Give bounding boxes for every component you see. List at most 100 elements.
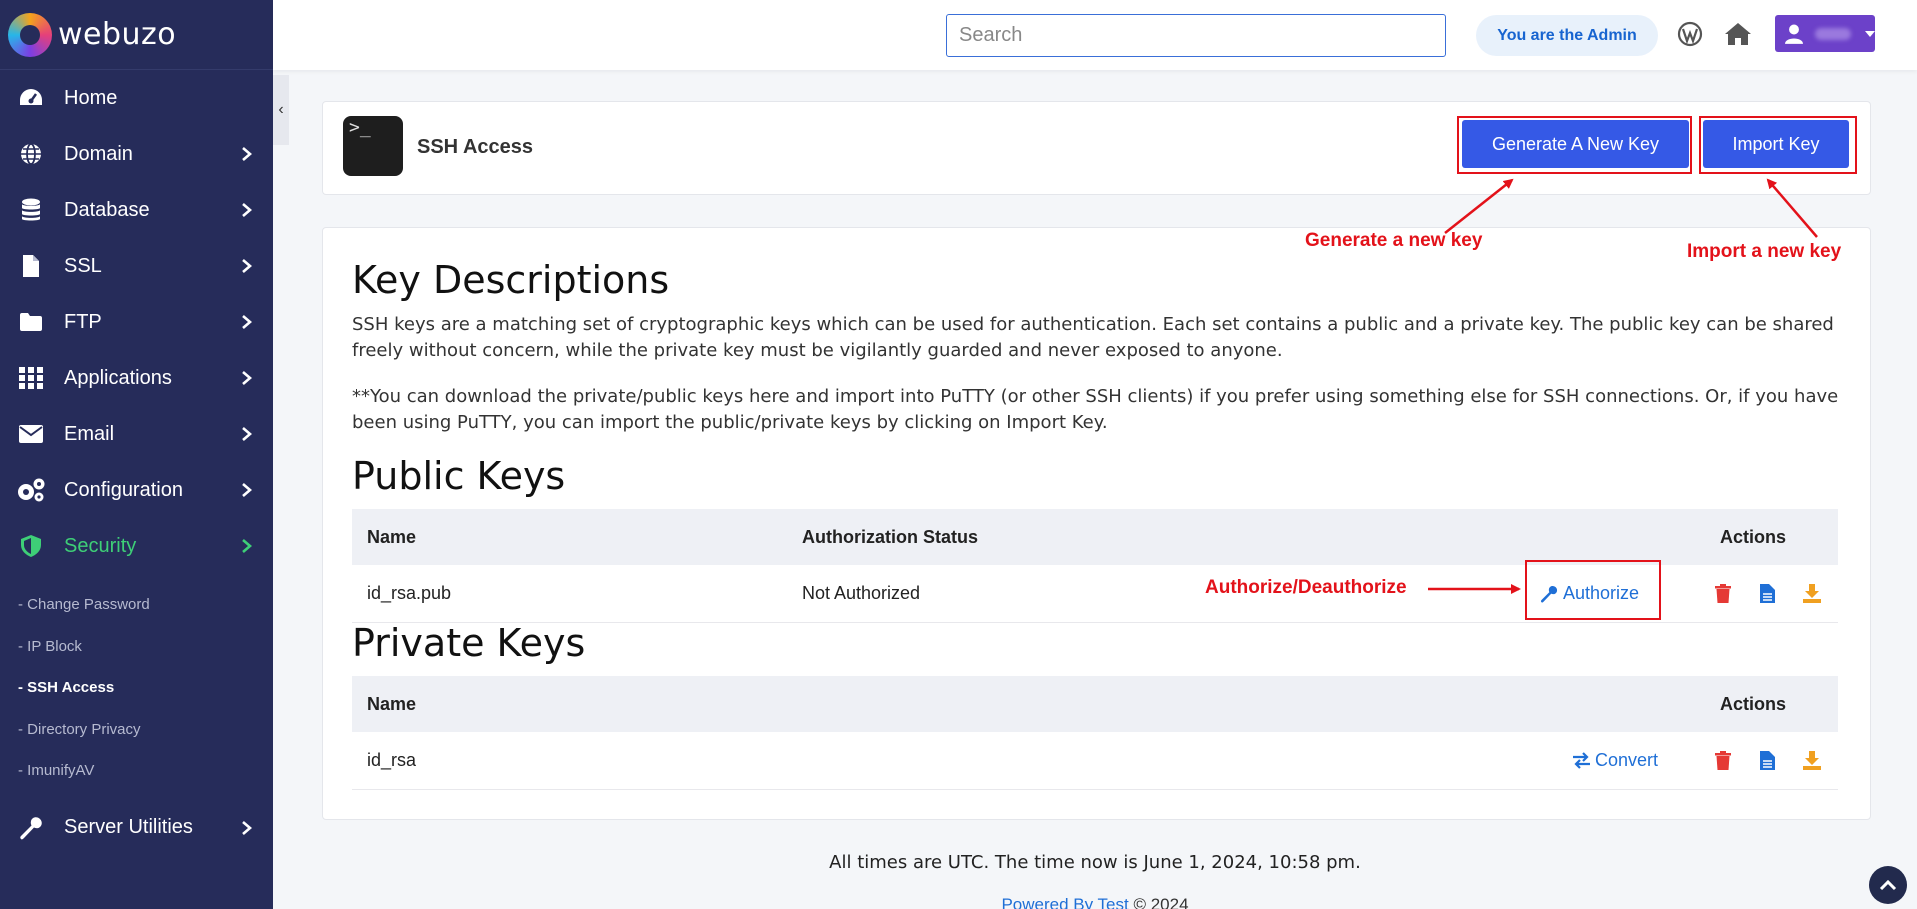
ssh-keys-card: Key Descriptions SSH keys are a matching…	[322, 227, 1871, 820]
subnav-imunifyav[interactable]: - ImunifyAV	[0, 750, 273, 792]
wrench-icon	[16, 815, 46, 841]
page-title-card: >_ SSH Access Generate A New Key Import …	[322, 101, 1871, 195]
terminal-icon: >_	[343, 116, 403, 176]
table-header: Name Actions	[352, 676, 1838, 732]
view-file-icon[interactable]	[1757, 583, 1777, 605]
sidebar-item-label: Domain	[64, 142, 133, 165]
authorize-label: Authorize	[1563, 583, 1640, 603]
sidebar-item-database[interactable]: Database	[0, 182, 273, 238]
convert-link[interactable]: Convert	[1572, 750, 1658, 771]
caret-down-icon	[1865, 30, 1875, 37]
database-icon	[16, 197, 46, 223]
top-header: You are the Admin	[273, 0, 1917, 70]
subnav-ssh-access[interactable]: - SSH Access	[0, 667, 273, 709]
chevron-right-icon	[239, 258, 255, 274]
convert-label: Convert	[1595, 750, 1659, 770]
chevron-right-icon	[239, 314, 255, 330]
security-submenu: - Change Password - IP Block - SSH Acces…	[0, 574, 273, 800]
table-row: id_rsa.pub Not Authorized Authorize	[352, 565, 1838, 623]
gears-icon	[16, 477, 46, 503]
copyright-text: © 2024	[1128, 895, 1189, 909]
key-descriptions-text: SSH keys are a matching set of cryptogra…	[352, 314, 1834, 361]
folder-icon	[16, 309, 46, 335]
search-input[interactable]	[946, 14, 1446, 57]
sidebar: webuzo Home Domain Database SSL FTP Appl…	[0, 0, 273, 909]
trash-icon[interactable]	[1713, 583, 1733, 605]
key-name: id_rsa.pub	[367, 583, 452, 603]
sidebar-item-label: Database	[64, 198, 150, 221]
sidebar-item-server-utilities[interactable]: Server Utilities	[0, 800, 273, 856]
authorization-status: Not Authorized	[802, 583, 921, 603]
brand-logo[interactable]: webuzo	[0, 0, 273, 70]
public-keys-heading: Public Keys	[352, 454, 566, 498]
sidebar-item-home[interactable]: Home	[0, 70, 273, 126]
subnav-change-password[interactable]: - Change Password	[0, 584, 273, 626]
download-icon[interactable]	[1802, 750, 1822, 772]
chevron-right-icon	[239, 820, 255, 836]
sidebar-item-label: Security	[64, 534, 137, 557]
sidebar-item-label: Home	[64, 86, 118, 109]
dashboard-icon	[16, 85, 46, 111]
private-keys-heading: Private Keys	[352, 621, 586, 665]
scroll-to-top-button[interactable]	[1869, 866, 1907, 904]
chevron-right-icon	[239, 538, 255, 554]
sidebar-item-applications[interactable]: Applications	[0, 350, 273, 406]
sidebar-item-label: FTP	[64, 310, 102, 333]
user-menu-button[interactable]	[1775, 15, 1875, 52]
sidebar-item-domain[interactable]: Domain	[0, 126, 273, 182]
user-icon	[1785, 24, 1803, 44]
sidebar-item-ssl[interactable]: SSL	[0, 238, 273, 294]
subnav-ip-block[interactable]: - IP Block	[0, 626, 273, 668]
sidebar-item-security[interactable]: Security	[0, 518, 273, 574]
download-icon[interactable]	[1802, 583, 1822, 605]
table-header: Name Authorization Status Actions	[352, 509, 1838, 565]
column-header-actions: Actions	[1720, 693, 1787, 714]
import-key-button[interactable]: Import Key	[1703, 120, 1849, 168]
sidebar-collapse-toggle[interactable]: ‹	[273, 75, 289, 145]
authorize-link[interactable]: Authorize	[1540, 583, 1639, 604]
subnav-directory-privacy[interactable]: - Directory Privacy	[0, 709, 273, 751]
generate-new-key-button[interactable]: Generate A New Key	[1462, 120, 1689, 168]
sidebar-item-label: Configuration	[64, 478, 183, 501]
key-descriptions-heading: Key Descriptions	[352, 258, 670, 302]
admin-badge: You are the Admin	[1476, 15, 1658, 56]
shield-icon	[16, 533, 46, 559]
public-keys-table: Name Authorization Status Actions id_rsa…	[352, 509, 1838, 623]
column-header-actions: Actions	[1720, 526, 1787, 547]
private-keys-table: Name Actions id_rsa Convert	[352, 676, 1838, 790]
webuzo-logo-icon	[8, 12, 52, 57]
envelope-icon	[16, 421, 46, 447]
view-file-icon[interactable]	[1757, 750, 1777, 772]
chevron-right-icon	[239, 482, 255, 498]
powered-by-link[interactable]: Powered By Test	[1001, 895, 1128, 909]
wordpress-icon[interactable]	[1674, 18, 1706, 50]
trash-icon[interactable]	[1713, 750, 1733, 772]
wrench-icon	[1540, 585, 1558, 603]
sidebar-item-configuration[interactable]: Configuration	[0, 462, 273, 518]
annotation-import: Import a new key	[1687, 241, 1842, 262]
chevron-up-icon	[1879, 879, 1897, 891]
annotation-generate: Generate a new key	[1305, 230, 1483, 251]
home-icon[interactable]	[1722, 18, 1754, 50]
sidebar-item-label: Server Utilities	[64, 816, 193, 838]
chevron-right-icon	[239, 370, 255, 386]
column-header-name: Name	[367, 526, 417, 547]
chevron-right-icon	[239, 146, 255, 162]
server-time-footer: All times are UTC. The time now is June …	[829, 852, 1361, 873]
key-name: id_rsa	[367, 750, 417, 770]
file-icon	[16, 253, 46, 279]
chevron-right-icon	[239, 426, 255, 442]
sidebar-item-label: SSL	[64, 254, 102, 277]
sidebar-item-ftp[interactable]: FTP	[0, 294, 273, 350]
column-header-status: Authorization Status	[802, 526, 978, 547]
sidebar-item-email[interactable]: Email	[0, 406, 273, 462]
brand-name: webuzo	[58, 17, 177, 52]
grid-icon	[16, 365, 46, 391]
sidebar-item-label: Email	[64, 422, 115, 445]
exchange-icon	[1573, 752, 1590, 769]
key-import-note: **You can download the private/public ke…	[352, 386, 1839, 433]
column-header-name: Name	[367, 693, 417, 714]
globe-icon	[16, 141, 46, 167]
powered-by: Powered By Test © 2024	[273, 895, 1917, 909]
annotation-authorize: Authorize/Deauthorize	[1205, 577, 1407, 598]
